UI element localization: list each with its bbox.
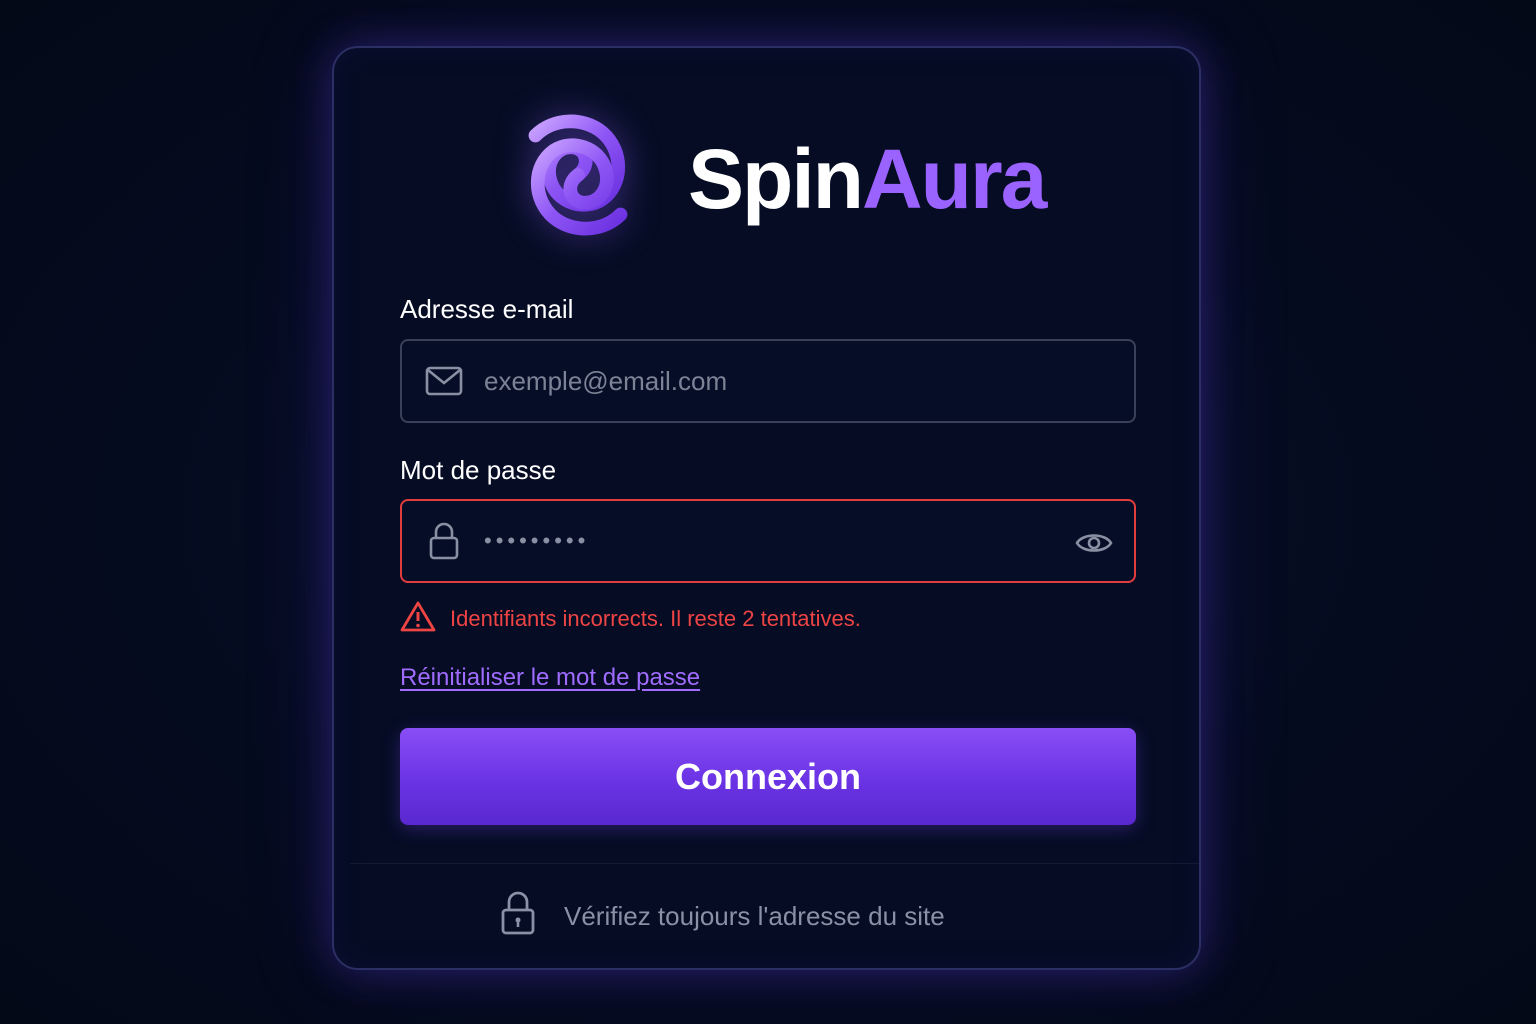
password-label: Mot de passe	[400, 455, 557, 485]
brand-name-aura: Aura	[862, 132, 1047, 226]
brand-name-spin: Spin	[688, 132, 864, 226]
warning-icon	[400, 600, 450, 638]
security-notice-text: Vérifiez toujours l'adresse du site	[564, 901, 945, 931]
password-input[interactable]: •••••••••	[484, 528, 589, 554]
email-label: Adresse e-mail	[400, 294, 574, 324]
brand-logo: SpinAura	[502, 102, 1047, 252]
login-card: SpinAura Adresse e-mail exemple@email.co…	[332, 46, 1201, 970]
security-notice: Vérifiez toujours l'adresse du site	[500, 890, 945, 943]
reset-password-link[interactable]: Réinitialiser le mot de passe	[400, 664, 700, 692]
spiral-icon	[502, 99, 654, 256]
password-field[interactable]: •••••••••	[400, 499, 1136, 583]
lock-icon	[500, 890, 564, 943]
eye-icon[interactable]	[1074, 523, 1114, 563]
divider	[350, 863, 1199, 864]
login-button[interactable]: Connexion	[400, 728, 1136, 825]
brand-name: SpinAura	[688, 137, 1047, 221]
error-message: Identifiants incorrects. Il reste 2 tent…	[400, 600, 861, 638]
email-field[interactable]: exemple@email.com	[400, 339, 1136, 423]
error-text: Identifiants incorrects. Il reste 2 tent…	[450, 606, 861, 631]
envelope-icon	[424, 361, 464, 401]
email-input[interactable]: exemple@email.com	[484, 366, 727, 397]
lock-icon	[424, 521, 464, 561]
